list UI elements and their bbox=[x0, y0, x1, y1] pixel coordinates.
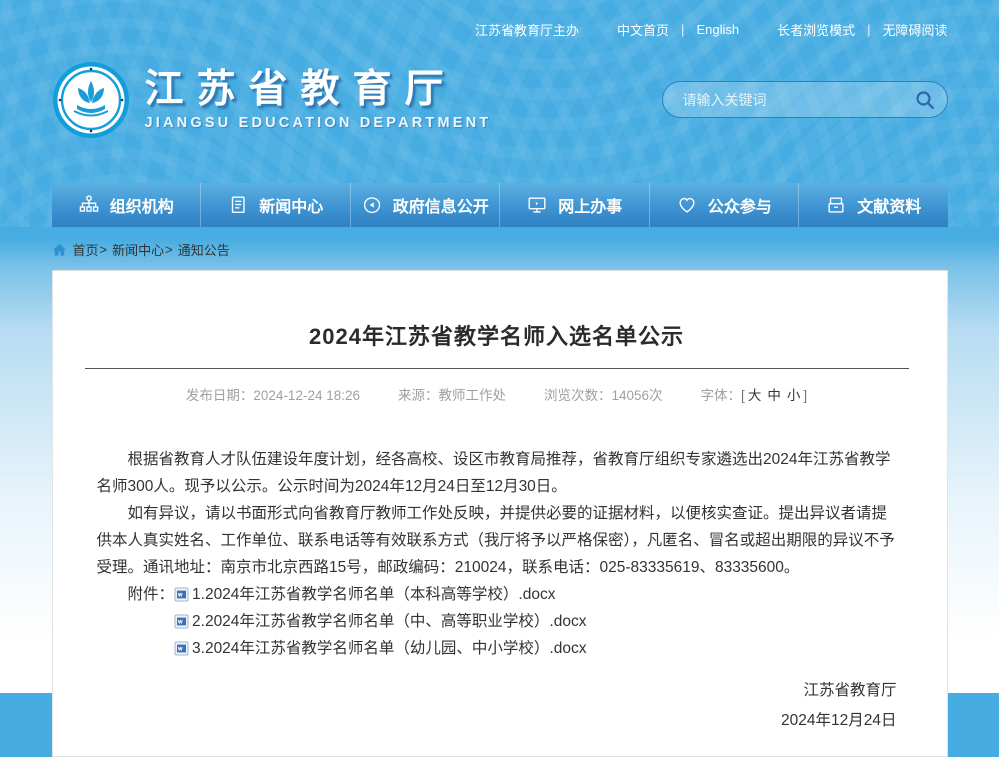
bracket: [ bbox=[741, 388, 745, 403]
nav-label: 新闻中心 bbox=[259, 193, 323, 217]
site-header: 江苏省教育厅主办 中文首页 | English 长者浏览模式 | 无障碍阅读 bbox=[0, 0, 999, 227]
search-icon bbox=[913, 88, 937, 112]
article-panel: 2024年江苏省教学名师入选名单公示 发布日期：2024-12-24 18:26… bbox=[52, 270, 948, 757]
title-divider bbox=[85, 368, 909, 369]
brand-row: 江苏省教育厅 JIANGSU EDUCATION DEPARTMENT bbox=[52, 61, 948, 139]
heart-icon bbox=[676, 194, 698, 216]
site-subtitle: JIANGSU EDUCATION DEPARTMENT bbox=[145, 115, 492, 131]
nav-item-organization[interactable]: 组织机构 bbox=[52, 183, 202, 227]
top-utility-bar: 江苏省教育厅主办 中文首页 | English 长者浏览模式 | 无障碍阅读 bbox=[52, 0, 948, 39]
breadcrumb: 首页 > 新闻中心 > 通知公告 bbox=[52, 240, 948, 259]
source: 来源：教师工作处 bbox=[398, 384, 506, 404]
nav-label: 公众参与 bbox=[708, 193, 772, 217]
site-title-block: 江苏省教育厅 JIANGSU EDUCATION DEPARTMENT bbox=[145, 69, 492, 132]
online-services-icon bbox=[526, 194, 548, 216]
doc-file-icon bbox=[174, 641, 189, 656]
attachment-name: 2.2024年江苏省教学名师名单（中、高等职业学校）.docx bbox=[192, 608, 586, 635]
nav-item-government-info[interactable]: 政府信息公开 bbox=[351, 183, 501, 227]
nav-label: 组织机构 bbox=[110, 193, 174, 217]
attachments-label: 附件： bbox=[128, 581, 175, 662]
doc-file-icon bbox=[174, 614, 189, 629]
publish-date: 发布日期：2024-12-24 18:26 bbox=[186, 384, 360, 404]
bracket: ] bbox=[803, 388, 807, 403]
font-size-medium-button[interactable]: 中 bbox=[767, 388, 781, 403]
article-body: 根据省教育人才队伍建设年度计划，经各高校、设区市教育局推荐，省教育厅组织专家遴选… bbox=[97, 446, 897, 662]
paragraph: 如有异议，请以书面形式向省教育厅教师工作处反映，并提供必要的证据材料，以便核实查… bbox=[97, 500, 897, 581]
main-navigation: 组织机构 新闻中心 政府信息公开 bbox=[52, 183, 948, 227]
department-emblem-icon bbox=[52, 61, 130, 139]
nav-label: 网上办事 bbox=[558, 193, 622, 217]
nav-label: 文献资料 bbox=[857, 193, 921, 217]
attachment-name: 1.2024年江苏省教学名师名单（本科高等学校）.docx bbox=[192, 581, 555, 608]
attachments-list: 1.2024年江苏省教学名师名单（本科高等学校）.docx 2.2024年江苏省… bbox=[174, 581, 586, 662]
chinese-home-link[interactable]: 中文首页 bbox=[617, 20, 669, 39]
english-link[interactable]: English bbox=[696, 22, 739, 37]
nav-item-documents[interactable]: 文献资料 bbox=[799, 183, 948, 227]
org-chart-icon bbox=[78, 194, 100, 216]
attachment-link[interactable]: 1.2024年江苏省教学名师名单（本科高等学校）.docx bbox=[174, 581, 586, 608]
home-icon bbox=[52, 243, 67, 257]
search-input[interactable] bbox=[681, 91, 911, 109]
article-meta: 发布日期：2024-12-24 18:26 来源：教师工作处 浏览次数：1405… bbox=[97, 384, 897, 404]
article-title: 2024年江苏省教学名师入选名单公示 bbox=[97, 319, 897, 351]
sponsor-link[interactable]: 江苏省教育厅主办 bbox=[475, 20, 579, 39]
font-size-switcher: 字体：[大中小] bbox=[701, 384, 808, 404]
documents-icon bbox=[825, 194, 847, 216]
article-signature: 江苏省教育厅 2024年12月24日 bbox=[97, 676, 897, 736]
site-logo[interactable]: 江苏省教育厅 JIANGSU EDUCATION DEPARTMENT bbox=[52, 61, 492, 139]
attachment-name: 3.2024年江苏省教学名师名单（幼儿园、中小学校）.docx bbox=[192, 635, 586, 662]
breadcrumb-item-home[interactable]: 首页 bbox=[73, 240, 99, 259]
divider: | bbox=[681, 22, 684, 37]
elder-mode-link[interactable]: 长者浏览模式 bbox=[777, 20, 855, 39]
nav-item-online-services[interactable]: 网上办事 bbox=[500, 183, 650, 227]
signing-department: 江苏省教育厅 bbox=[97, 676, 897, 706]
signing-date: 2024年12月24日 bbox=[97, 706, 897, 736]
nav-item-news-center[interactable]: 新闻中心 bbox=[201, 183, 351, 227]
view-count: 浏览次数：14056次 bbox=[544, 384, 663, 404]
nav-label: 政府信息公开 bbox=[393, 193, 489, 217]
doc-file-icon bbox=[174, 587, 189, 602]
font-size-large-button[interactable]: 大 bbox=[748, 388, 762, 403]
breadcrumb-separator: > bbox=[100, 242, 108, 257]
breadcrumb-item-notices[interactable]: 通知公告 bbox=[178, 240, 230, 259]
font-size-small-button[interactable]: 小 bbox=[787, 388, 801, 403]
nav-item-public-participation[interactable]: 公众参与 bbox=[650, 183, 800, 227]
breadcrumb-separator: > bbox=[165, 242, 173, 257]
attachment-link[interactable]: 2.2024年江苏省教学名师名单（中、高等职业学校）.docx bbox=[174, 608, 586, 635]
site-title: 江苏省教育厅 bbox=[145, 69, 492, 112]
divider: | bbox=[867, 22, 870, 37]
font-size-label: 字体： bbox=[701, 388, 742, 403]
attachments-section: 附件： 1.2024年江苏省教学名师名单（本科高等学校）.docx bbox=[97, 581, 897, 662]
breadcrumb-item-news[interactable]: 新闻中心 bbox=[112, 240, 164, 259]
attachment-link[interactable]: 3.2024年江苏省教学名师名单（幼儿园、中小学校）.docx bbox=[174, 635, 586, 662]
paragraph: 根据省教育人才队伍建设年度计划，经各高校、设区市教育局推荐，省教育厅组织专家遴选… bbox=[97, 446, 897, 500]
news-icon bbox=[227, 194, 249, 216]
accessibility-link[interactable]: 无障碍阅读 bbox=[882, 20, 947, 39]
site-search bbox=[662, 81, 948, 118]
search-button[interactable] bbox=[911, 86, 939, 114]
info-disclosure-icon bbox=[361, 194, 383, 216]
